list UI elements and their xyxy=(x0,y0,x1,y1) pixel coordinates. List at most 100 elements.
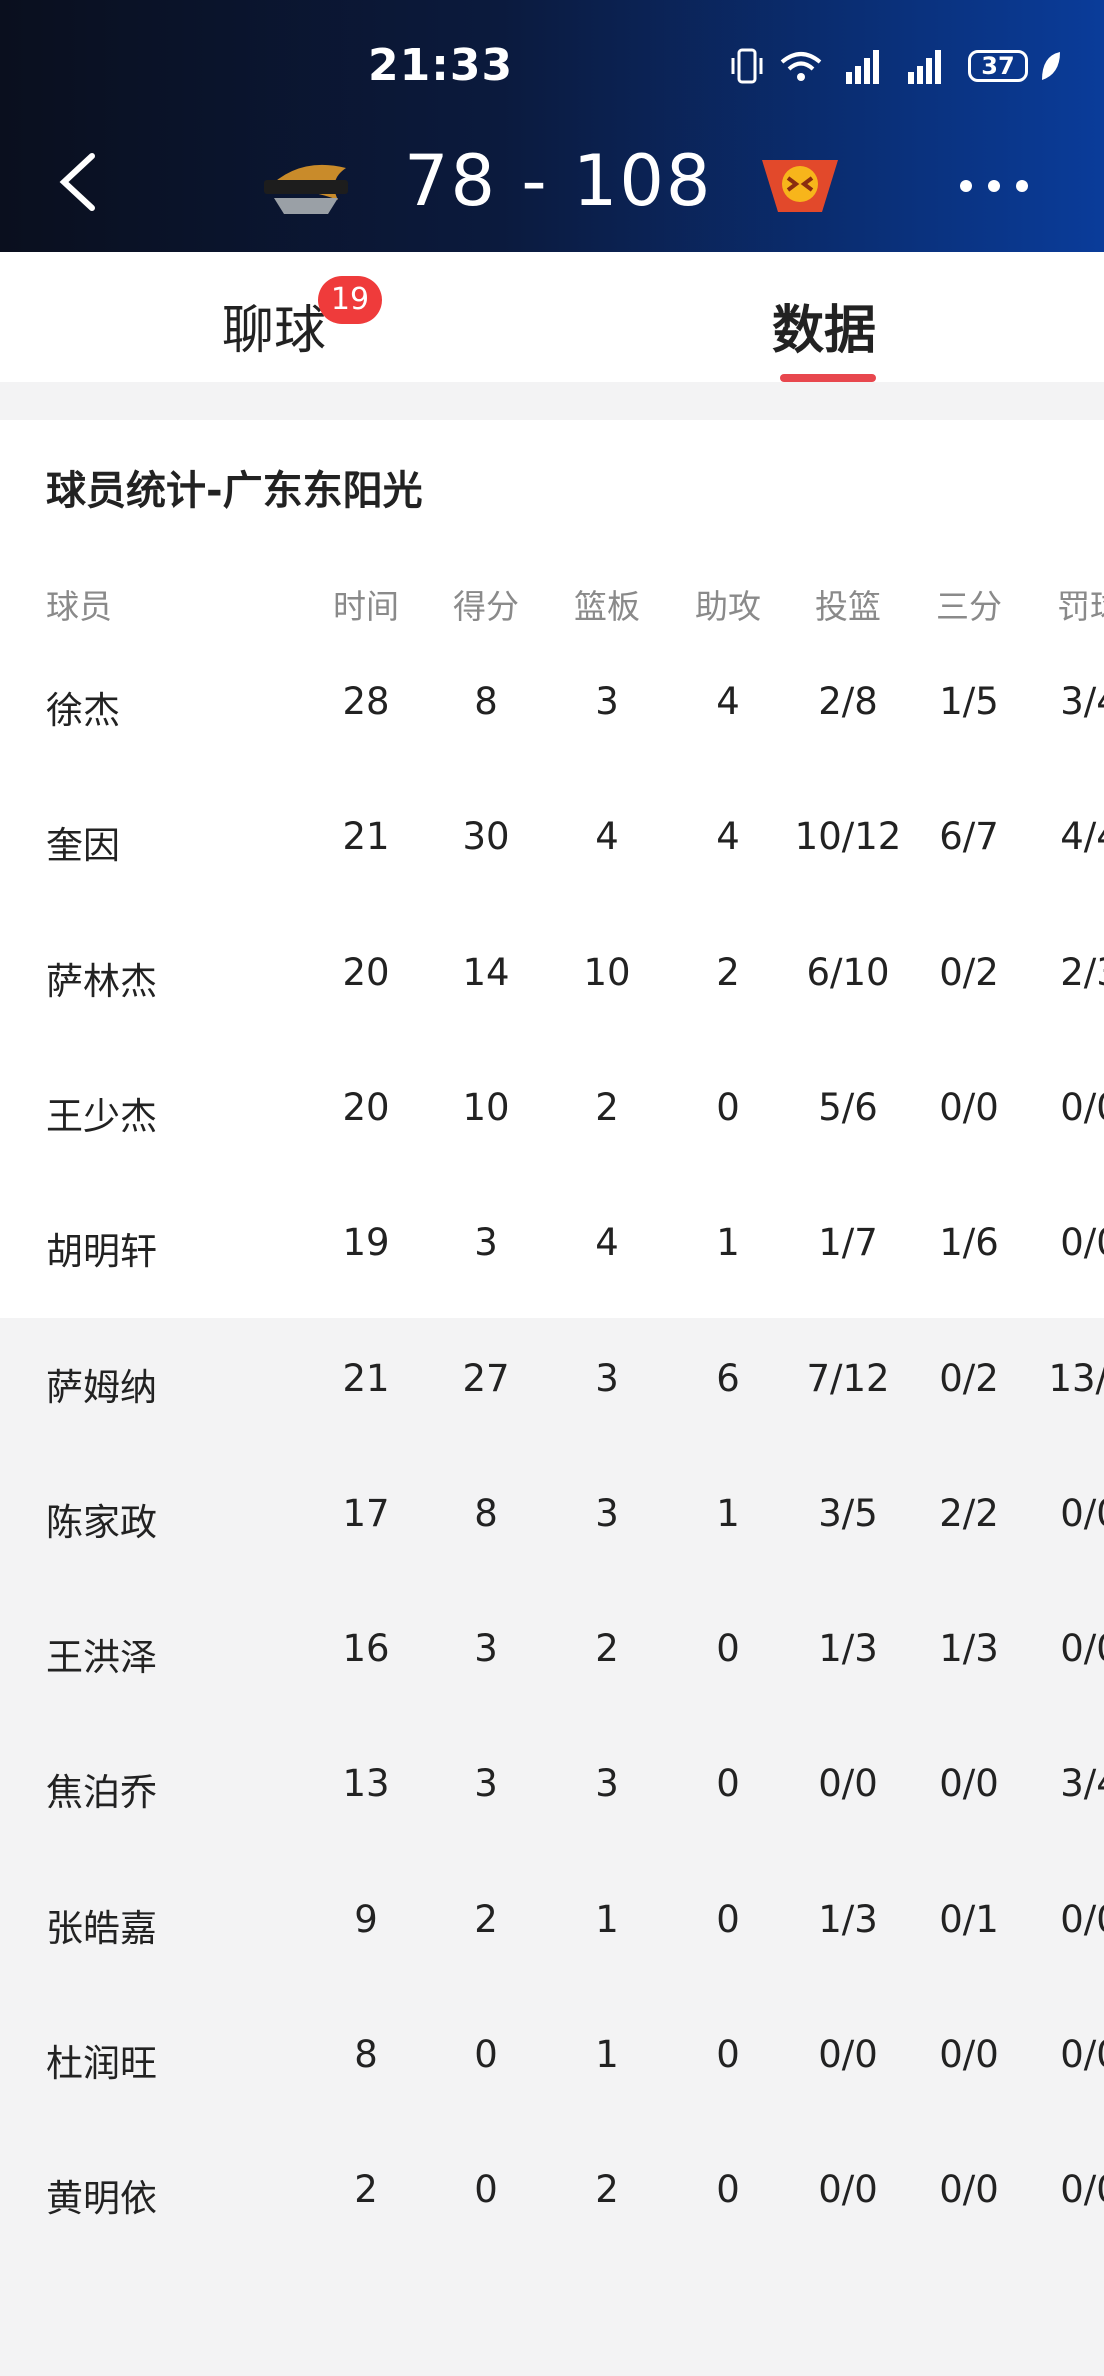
player-name[interactable]: 奎因 xyxy=(46,815,120,869)
active-tab-indicator xyxy=(780,374,876,382)
bench-section xyxy=(0,1318,1104,2376)
player-name[interactable]: 杜润旺 xyxy=(46,2033,157,2087)
stat-cell: 13 xyxy=(342,1762,390,1805)
stat-cell: 2/8 xyxy=(818,680,878,723)
stat-cell: 0/2 xyxy=(939,951,999,994)
stat-cell: 0/0 xyxy=(1060,2168,1104,2211)
stat-cell: 0 xyxy=(474,2168,498,2211)
stat-cell: 20 xyxy=(342,951,390,994)
column-header[interactable]: 投篮 xyxy=(815,580,881,628)
stat-cell: 0/0 xyxy=(818,1762,878,1805)
wifi-icon xyxy=(780,52,822,81)
player-name[interactable]: 胡明轩 xyxy=(46,1221,157,1275)
back-arrow-icon[interactable] xyxy=(56,150,100,214)
stat-cell: 2/2 xyxy=(939,1492,999,1535)
home-team-logo[interactable] xyxy=(258,150,354,220)
status-time: 21:33 xyxy=(368,40,514,91)
stat-cell: 3/5 xyxy=(818,1492,878,1535)
stat-cell: 20 xyxy=(342,1086,390,1129)
stat-cell: 10 xyxy=(583,951,631,994)
player-name[interactable]: 张皓嘉 xyxy=(46,1898,157,1952)
stat-cell: 0 xyxy=(716,1627,740,1670)
column-header[interactable]: 篮板 xyxy=(574,580,640,628)
stat-cell: 3 xyxy=(474,1762,498,1805)
vibrate-icon xyxy=(731,48,763,84)
player-name[interactable]: 黄明依 xyxy=(46,2168,157,2222)
stat-cell: 2 xyxy=(474,1898,498,1941)
leaf-icon xyxy=(1042,52,1060,80)
stat-cell: 0 xyxy=(716,2168,740,2211)
stat-cell: 2 xyxy=(595,1627,619,1670)
more-options-button[interactable] xyxy=(960,180,1030,194)
column-header[interactable]: 得分 xyxy=(453,580,519,628)
stat-cell: 3 xyxy=(474,1221,498,1264)
stat-cell: 3/4 xyxy=(1060,1762,1104,1805)
column-header[interactable]: 助攻 xyxy=(695,580,761,628)
stat-cell: 30 xyxy=(462,815,510,858)
watermark xyxy=(880,2318,1100,2358)
stat-cell: 5/6 xyxy=(818,1086,878,1129)
chat-badge: 19 xyxy=(318,276,382,324)
player-name[interactable]: 萨姆纳 xyxy=(46,1357,157,1411)
stat-cell: 2 xyxy=(716,951,740,994)
match-header: 21:33 37 78 - 108 xyxy=(0,0,1104,252)
stat-cell: 4 xyxy=(716,815,740,858)
stat-cell: 0/0 xyxy=(818,2168,878,2211)
player-name[interactable]: 萨林杰 xyxy=(46,951,157,1005)
stat-cell: 0/0 xyxy=(818,2033,878,2076)
stat-cell: 0/0 xyxy=(939,1762,999,1805)
column-header[interactable]: 时间 xyxy=(333,580,399,628)
stat-cell: 3 xyxy=(595,1492,619,1535)
stat-cell: 3 xyxy=(474,1627,498,1670)
stat-cell: 1/7 xyxy=(818,1221,878,1264)
player-name[interactable]: 王少杰 xyxy=(46,1086,157,1140)
signal-4g-icon xyxy=(846,50,879,84)
stat-cell: 0/0 xyxy=(1060,1898,1104,1941)
stat-cell: 0 xyxy=(716,2033,740,2076)
stat-cell: 28 xyxy=(342,680,390,723)
stat-cell: 2 xyxy=(595,1086,619,1129)
stat-cell: 19 xyxy=(342,1221,390,1264)
stat-cell: 1 xyxy=(595,2033,619,2076)
column-header[interactable]: 球员 xyxy=(46,580,112,628)
stat-cell: 13/1 xyxy=(1048,1357,1104,1400)
tab-data[interactable]: 数据 xyxy=(772,288,876,363)
stat-cell: 3 xyxy=(595,1762,619,1805)
stat-cell: 6 xyxy=(716,1357,740,1400)
status-icons: 37 xyxy=(730,46,1070,86)
stat-cell: 0/0 xyxy=(1060,1492,1104,1535)
player-name[interactable]: 陈家政 xyxy=(46,1492,157,1546)
stat-cell: 8 xyxy=(474,680,498,723)
stat-cell: 2 xyxy=(595,2168,619,2211)
starters-section xyxy=(0,420,1104,1318)
stat-cell: 1/3 xyxy=(818,1627,878,1670)
tab-chat[interactable]: 聊球 xyxy=(222,288,326,363)
stat-cell: 1 xyxy=(716,1221,740,1264)
stat-cell: 3/4 xyxy=(1060,680,1104,723)
stat-cell: 14 xyxy=(462,951,510,994)
stat-cell: 0/0 xyxy=(939,2033,999,2076)
stat-cell: 1 xyxy=(595,1898,619,1941)
stat-cell: 2 xyxy=(354,2168,378,2211)
signal-4g-icon-2 xyxy=(908,50,941,84)
column-header[interactable]: 三分 xyxy=(936,580,1002,628)
stat-cell: 1/6 xyxy=(939,1221,999,1264)
stat-cell: 21 xyxy=(342,1357,390,1400)
stat-cell: 0/0 xyxy=(939,1086,999,1129)
column-header[interactable]: 罚球 xyxy=(1057,580,1104,628)
stat-cell: 0 xyxy=(716,1898,740,1941)
tab-bar: 聊球 19 数据 xyxy=(0,252,1104,382)
stat-cell: 17 xyxy=(342,1492,390,1535)
away-team-logo[interactable] xyxy=(752,150,848,220)
stat-cell: 4 xyxy=(595,1221,619,1264)
player-name[interactable]: 王洪泽 xyxy=(46,1627,157,1681)
stat-cell: 8 xyxy=(354,2033,378,2076)
stat-cell: 0 xyxy=(474,2033,498,2076)
player-name[interactable]: 徐杰 xyxy=(46,680,120,734)
stat-cell: 0 xyxy=(716,1762,740,1805)
stat-cell: 4/4 xyxy=(1060,815,1104,858)
stat-cell: 0 xyxy=(716,1086,740,1129)
stat-cell: 1/3 xyxy=(818,1898,878,1941)
stat-cell: 0/2 xyxy=(939,1357,999,1400)
player-name[interactable]: 焦泊乔 xyxy=(46,1762,157,1816)
